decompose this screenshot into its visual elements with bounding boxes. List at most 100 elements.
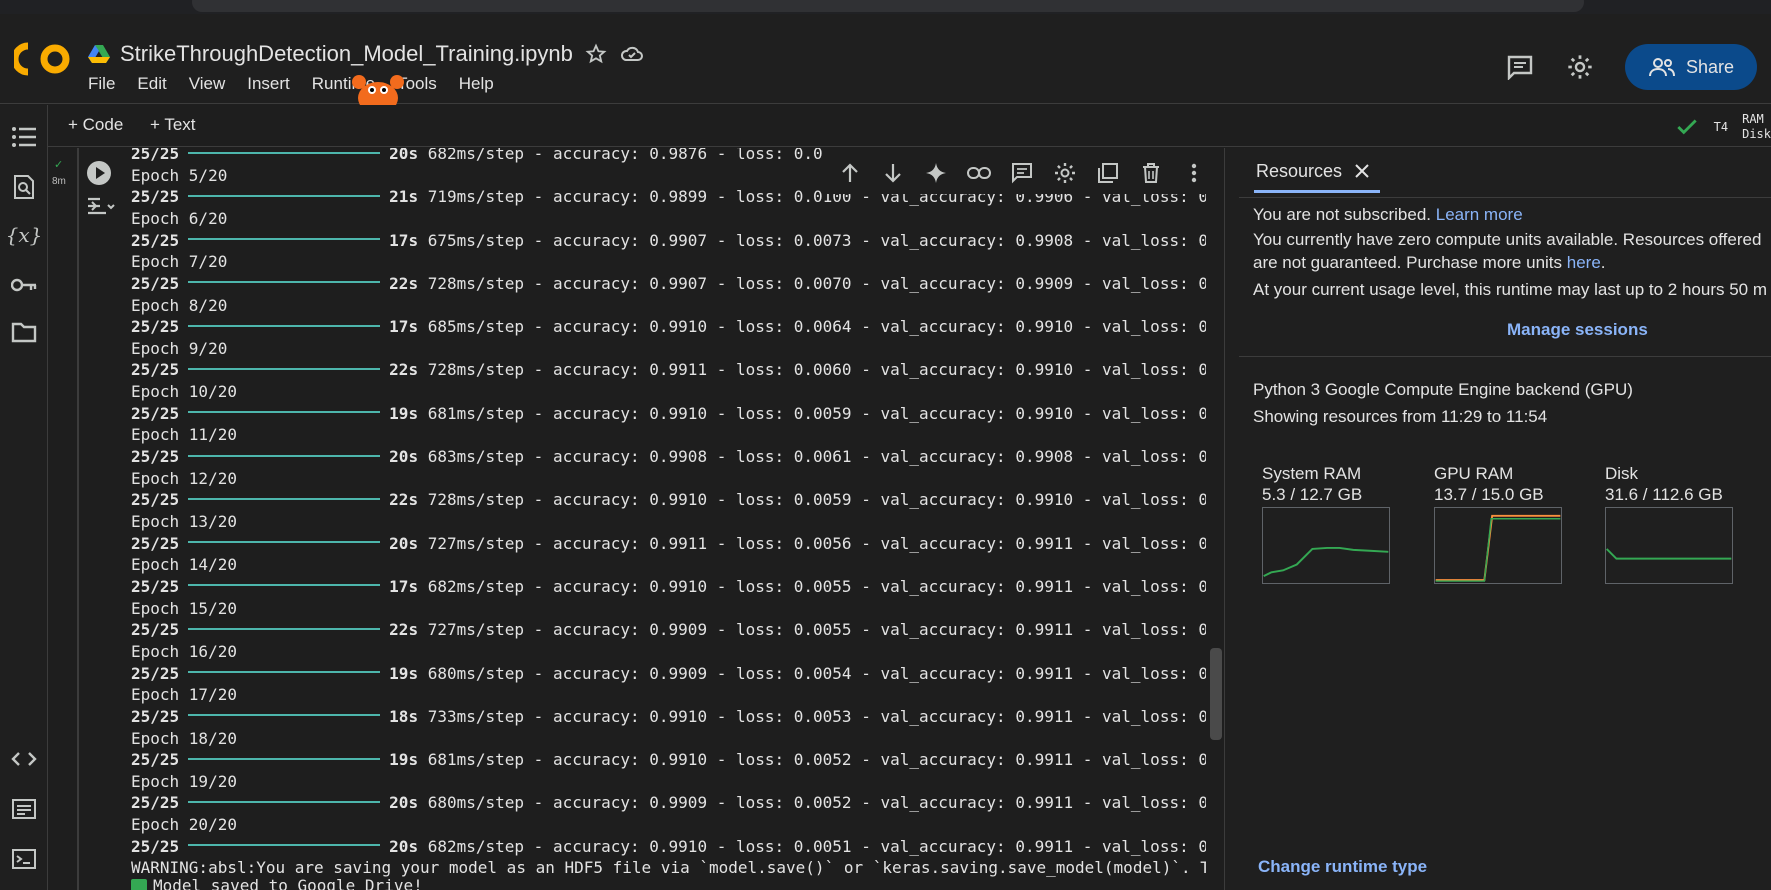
epoch-line: Epoch 12/20: [131, 468, 237, 488]
table-of-contents-icon[interactable]: [10, 123, 38, 151]
progress-bar: [188, 844, 381, 847]
disk-label: Disk: [1605, 464, 1639, 483]
system-ram-card: System RAM 5.3 / 12.7 GB: [1262, 463, 1390, 589]
progress-bar: [188, 238, 381, 240]
app-header: StrikeThroughDetection_Model_Training.ip…: [0, 14, 1771, 114]
purchase-here-link[interactable]: here: [1567, 253, 1601, 272]
menu-view[interactable]: View: [189, 74, 237, 94]
saved-line: Model saved to Google Drive!: [131, 876, 423, 890]
colab-logo[interactable]: [14, 42, 72, 76]
delete-icon[interactable]: [1138, 160, 1164, 186]
notebook-title[interactable]: StrikeThroughDetection_Model_Training.ip…: [120, 41, 573, 67]
duration: 20s: [389, 533, 419, 553]
gemini-sparkle-icon[interactable]: [923, 160, 949, 186]
runtime-type-label: T4: [1713, 120, 1729, 134]
progress-bar: [188, 714, 381, 717]
system-ram-label: System RAM: [1262, 464, 1362, 483]
files-folder-icon[interactable]: [10, 318, 38, 346]
code-snippets-icon[interactable]: [10, 745, 38, 773]
cell-settings-icon[interactable]: [1052, 160, 1078, 186]
ram-disk-indicator: RAM Disk: [1742, 112, 1771, 142]
close-icon[interactable]: [1354, 163, 1370, 179]
output-actions-icon[interactable]: [86, 196, 116, 218]
settings-gear-icon[interactable]: [1565, 52, 1595, 82]
progress-bar: [188, 454, 381, 457]
ram-label: RAM: [1742, 112, 1764, 126]
subscription-info: You are not subscribed. Learn more: [1253, 205, 1523, 224]
duration: 19s: [389, 663, 419, 683]
progress-bar: [188, 151, 381, 154]
warning-line: WARNING:absl:You are saving your model a…: [131, 858, 1210, 878]
change-runtime-type-link[interactable]: Change runtime type: [1258, 857, 1427, 877]
scrollbar-thumb[interactable]: [1210, 648, 1222, 740]
progress-bar: [188, 757, 381, 760]
epoch-line: Epoch 8/20: [131, 295, 228, 315]
more-vert-icon[interactable]: [1181, 160, 1207, 186]
step-count: 25/25: [131, 706, 180, 726]
runtime-status[interactable]: T4 RAM Disk: [1674, 109, 1771, 145]
resources-panel: Resources You are not subscribed. Learn …: [1224, 148, 1771, 890]
gpu-ram-graph: [1434, 507, 1562, 584]
manage-sessions-link[interactable]: Manage sessions: [1507, 320, 1648, 340]
mirror-cell-icon[interactable]: [1095, 160, 1121, 186]
check-box-icon: [131, 878, 147, 890]
divider: [1239, 356, 1771, 357]
epoch-line: Epoch 15/20: [131, 598, 237, 618]
metrics: 680ms/step - accuracy: 0.9909 - loss: 0.…: [427, 663, 1208, 683]
log-line: 25/25 22s 728ms/step - accuracy: 0.9907 -…: [131, 274, 1208, 294]
resources-tab[interactable]: Resources: [1256, 148, 1370, 194]
move-up-icon[interactable]: [837, 160, 863, 186]
step-count: 25/25: [131, 620, 180, 640]
output-scrollbar[interactable]: [1206, 148, 1222, 890]
progress-bar: [188, 281, 381, 284]
learn-more-link[interactable]: Learn more: [1436, 205, 1523, 224]
progress-bar: [188, 627, 381, 630]
notebook-toolbar: + Code + Text T4 RAM Disk: [48, 105, 1771, 147]
log-line: 25/25 22s 728ms/step - accuracy: 0.9911 -…: [131, 360, 1208, 380]
menu-insert[interactable]: Insert: [247, 74, 301, 94]
system-ram-value: 5.3 / 12.7 GB: [1262, 485, 1363, 504]
cloud-sync-icon[interactable]: [619, 41, 645, 67]
cell-toolbar: [822, 152, 1222, 194]
metrics: 675ms/step - accuracy: 0.9907 - loss: 0.…: [427, 230, 1208, 250]
command-palette-icon[interactable]: [10, 795, 38, 823]
metrics: 727ms/step - accuracy: 0.9909 - loss: 0.…: [427, 620, 1208, 640]
terminal-icon[interactable]: [10, 845, 38, 873]
log-line: 25/25 22s 728ms/step - accuracy: 0.9910 -…: [131, 490, 1208, 510]
star-icon[interactable]: [583, 41, 609, 67]
move-down-icon[interactable]: [880, 160, 906, 186]
link-icon[interactable]: [966, 160, 992, 186]
menu-file[interactable]: File: [88, 74, 126, 94]
secrets-key-icon[interactable]: [10, 271, 38, 299]
disk-label: Disk: [1742, 127, 1771, 141]
variables-icon[interactable]: {𝑥}: [6, 221, 43, 249]
step-count: 25/25: [131, 836, 180, 856]
step-count: 25/25: [131, 576, 180, 596]
step-count: 25/25: [131, 663, 180, 683]
find-replace-icon[interactable]: [10, 173, 38, 201]
menu-help[interactable]: Help: [459, 74, 505, 94]
log-line: 25/25 17s 685ms/step - accuracy: 0.9910 -…: [131, 317, 1208, 337]
address-bar[interactable]: [192, 0, 1584, 12]
duration: 22s: [389, 273, 419, 293]
step-count: 25/25: [131, 403, 180, 423]
epoch-line: Epoch 9/20: [131, 338, 228, 358]
add-text-button[interactable]: + Text: [150, 115, 196, 135]
disk-card: Disk 31.6 / 112.6 GB: [1605, 463, 1733, 589]
gpu-ram-value: 13.7 / 15.0 GB: [1434, 485, 1544, 504]
epoch-line: Epoch 6/20: [131, 208, 228, 228]
metrics: 682ms/step - accuracy: 0.9910 - loss: 0.…: [427, 576, 1208, 596]
menu-edit[interactable]: Edit: [137, 74, 177, 94]
progress-bar: [188, 497, 381, 500]
log-line: 25/25 20s 727ms/step - accuracy: 0.9911 -…: [131, 534, 1208, 554]
run-cell-button[interactable]: [86, 160, 112, 186]
log-line: 25/25 19s 681ms/step - accuracy: 0.9910 -…: [131, 750, 1208, 770]
epoch-line: Epoch 17/20: [131, 685, 237, 705]
epoch-line: Epoch 7/20: [131, 252, 228, 272]
add-code-button[interactable]: + Code: [68, 115, 123, 135]
duration: 18s: [389, 706, 419, 726]
share-button[interactable]: Share: [1625, 44, 1757, 90]
comment-icon[interactable]: [1505, 52, 1535, 82]
step-count: 25/25: [131, 750, 180, 770]
comment-icon[interactable]: [1009, 160, 1035, 186]
